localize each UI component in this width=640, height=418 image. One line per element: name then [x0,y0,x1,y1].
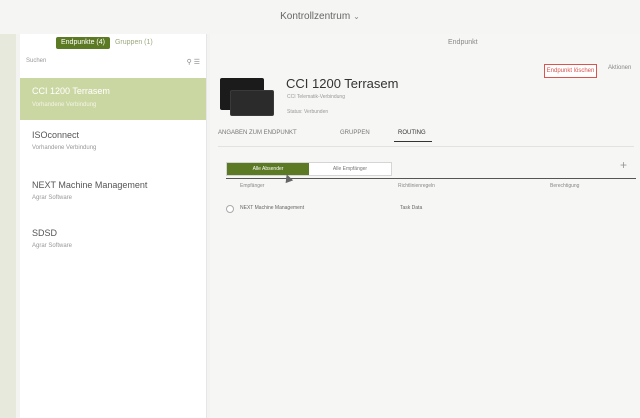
tab-gruppen[interactable]: GRUPPEN [340,130,370,136]
app-title-text: Kontrollzentrum [280,11,351,22]
sidebar-item-isoconnect[interactable]: ISOconnect Vorhandene Verbindung [20,124,206,158]
row-rule: Task Data [400,205,423,211]
column-header-richtlinienregeln: Richtlinienregeln [398,183,435,189]
device-connection: CCI Telematik-Verbindung [287,94,345,100]
sidebar-item-name: ISOconnect [32,130,80,140]
left-accent-strip [0,34,16,418]
search-input[interactable]: Suchen [26,58,46,64]
search-row[interactable]: Suchen ⚲ ☰ [26,58,200,70]
chevron-down-icon[interactable]: ⌄ [353,12,360,21]
sidebar-item-subtitle: Vorhandene Verbindung [32,102,97,108]
sidebar-item-cci-1200[interactable]: CCI 1200 Terrasem Vorhandene Verbindung [20,78,206,120]
tabs-divider [218,146,634,147]
device-status: Status: Verbunden [287,109,329,115]
table-row[interactable]: NEXT Machine Management Task Data [226,202,636,216]
device-image [220,78,274,116]
filter-icon[interactable]: ☰ [194,59,200,66]
device-name: CCI 1200 Terrasem [286,76,399,91]
tab-routing[interactable]: ROUTING [398,130,426,136]
sidebar-item-subtitle: Agrar Software [32,195,73,201]
search-and-filter-icons[interactable]: ⚲ ☰ [187,58,200,66]
routing-segmented-control: Alle Absender Alle Empfänger [226,162,392,176]
row-receiver: NEXT Machine Management [240,205,305,211]
sidebar-item-subtitle: Vorhandene Verbindung [32,145,97,151]
segment-gruppen[interactable]: Gruppen (1) [110,37,158,49]
sidebar: Endpunkte (4) Gruppen (1) Suchen ⚲ ☰ CCI… [20,34,207,418]
column-header-empfaenger: Empfänger [240,183,265,189]
segment-endpunkte[interactable]: Endpunkte (4) [56,37,110,49]
main-panel: Endpunkt Endpunkt löschen Aktionen CCI 1… [210,34,640,418]
delete-endpoint-button[interactable]: Endpunkt löschen [544,64,597,78]
segment-alle-absender[interactable]: Alle Absender [227,163,309,175]
search-icon[interactable]: ⚲ [187,59,192,66]
sidebar-item-subtitle: Agrar Software [32,243,73,249]
segment-alle-empfaenger[interactable]: Alle Empfänger [309,163,391,175]
add-icon[interactable]: + [620,158,627,172]
column-header-berechtigung: Berechtigung [550,183,580,189]
endpunkt-tab[interactable]: Endpunkt [448,39,478,46]
sidebar-item-next-machine-management[interactable]: NEXT Machine Management Agrar Software [20,174,206,208]
sidebar-segmented-control: Endpunkte (4) Gruppen (1) [56,37,158,49]
row-radio[interactable] [226,205,234,213]
active-tab-underline [394,141,432,142]
tab-angaben[interactable]: ANGABEN ZUM ENDPUNKT [218,130,297,136]
sidebar-item-sdsd[interactable]: SDSD Agrar Software [20,222,206,256]
top-bar: Kontrollzentrum ⌄ [0,0,640,34]
app-title[interactable]: Kontrollzentrum ⌄ [0,11,640,22]
sidebar-item-name: SDSD [32,228,58,238]
actions-button[interactable]: Aktionen [608,65,631,71]
sidebar-item-name: NEXT Machine Management [32,180,148,190]
sidebar-item-name: CCI 1200 Terrasem [32,86,110,96]
